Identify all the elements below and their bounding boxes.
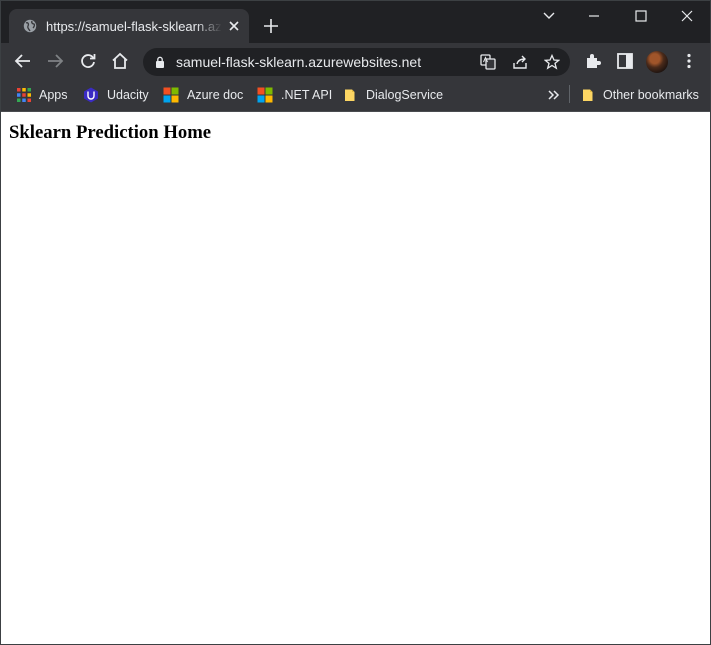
tab-close-icon[interactable] [227, 19, 241, 33]
toolbar: samuel-flask-sklearn.azurewebsites.net [1, 43, 710, 79]
star-icon[interactable] [544, 54, 560, 70]
lock-icon[interactable] [155, 56, 165, 68]
maximize-button[interactable] [618, 1, 664, 31]
bookmark-label: Udacity [107, 88, 149, 102]
tab-active[interactable]: https://samuel-flask-sklearn.azurewebsit… [9, 9, 249, 43]
kebab-menu-icon[interactable] [679, 51, 699, 71]
globe-icon [23, 19, 37, 33]
profile-avatar[interactable] [646, 51, 668, 73]
folder-icon [345, 89, 355, 101]
extensions-puzzle-icon[interactable] [583, 51, 603, 71]
apps-grid-icon [17, 88, 31, 102]
bookmarks-overflow-chevron-icon[interactable] [547, 89, 561, 101]
home-icon[interactable] [110, 51, 130, 71]
udacity-icon [84, 87, 98, 103]
bookmark-udacity[interactable]: Udacity [83, 85, 153, 105]
other-bookmarks-label: Other bookmarks [603, 88, 699, 102]
reload-icon[interactable] [78, 51, 98, 71]
close-icon [681, 10, 693, 22]
url-text: samuel-flask-sklearn.azurewebsites.net [176, 54, 422, 70]
minimize-button[interactable] [571, 1, 617, 31]
bookmark-dotnet-api[interactable]: .NET API [257, 85, 333, 105]
back-arrow-icon[interactable] [13, 51, 33, 71]
page-content: Sklearn Prediction Home [1, 112, 710, 644]
bookmark-dialogservice[interactable]: DialogService [343, 85, 443, 105]
microsoft-icon [257, 87, 273, 103]
microsoft-icon [163, 87, 179, 103]
bookmark-apps[interactable]: Apps [16, 85, 72, 105]
bookmark-azure-doc[interactable]: Azure doc [163, 85, 245, 105]
forward-arrow-icon[interactable] [45, 51, 65, 71]
bookmark-label: Azure doc [187, 88, 244, 102]
maximize-icon [635, 10, 647, 22]
bookmarks-divider [569, 85, 570, 103]
bookmark-label: DialogService [366, 88, 444, 102]
side-panel-icon[interactable] [615, 51, 635, 71]
tab-search-chevron-icon[interactable] [542, 10, 556, 22]
bookmark-label: .NET API [281, 88, 333, 102]
page-heading: Sklearn Prediction Home [9, 122, 212, 143]
bookmark-label: Apps [39, 88, 68, 102]
new-tab-icon[interactable] [263, 18, 279, 34]
browser-window: https://samuel-flask-sklearn.azurewebsit… [0, 0, 711, 645]
tab-strip: https://samuel-flask-sklearn.azurewebsit… [1, 1, 710, 43]
address-bar[interactable]: samuel-flask-sklearn.azurewebsites.net [143, 48, 570, 76]
share-icon[interactable] [512, 54, 528, 70]
bookmarks-bar: Apps Udacity Azure doc .NET API DialogSe… [1, 79, 710, 112]
folder-icon [583, 89, 593, 101]
close-window-button[interactable] [664, 1, 710, 31]
translate-icon[interactable] [480, 54, 496, 70]
tab-title: https://samuel-flask-sklearn.azurewebsit… [46, 19, 222, 34]
minimize-icon [589, 15, 599, 17]
other-bookmarks-button[interactable]: Other bookmarks [581, 85, 699, 105]
